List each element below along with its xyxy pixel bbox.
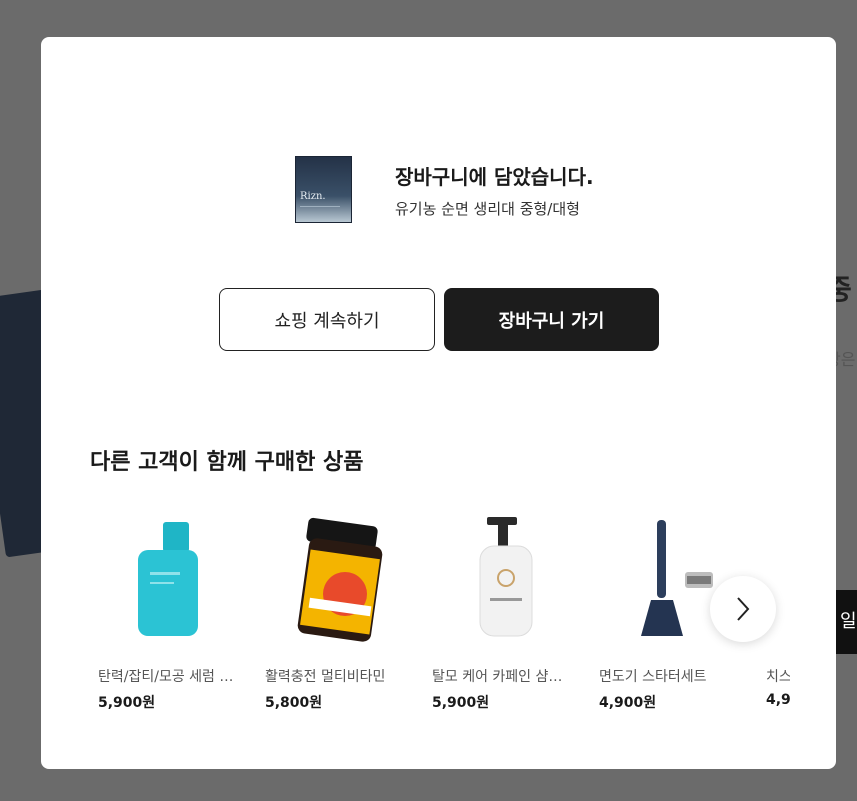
product-price: 4,9	[766, 692, 790, 708]
product-name: 탄력/잡티/모공 세럼 …	[98, 669, 234, 685]
product-thumbnail: Rizn.	[295, 156, 352, 223]
added-title: 장바구니에 담았습니다.	[395, 164, 594, 189]
thumbnail-line	[300, 206, 340, 207]
product-image-partial	[766, 502, 790, 652]
product-price: 5,800원	[265, 695, 323, 711]
product-name: 치스	[766, 669, 790, 685]
recommend-title: 다른 고객이 함께 구매한 상품	[90, 450, 364, 475]
product-price: 5,900원	[98, 695, 156, 711]
product-card[interactable]: 탄력/잡티/모공 세럼 … 5,900원	[98, 502, 248, 712]
product-price: 5,900원	[432, 695, 490, 711]
product-name: 활력충전 멀티비타민	[265, 669, 386, 685]
added-product-name: 유기농 순면 생리대 중형/대형	[395, 199, 580, 218]
product-card[interactable]: 탈모 케어 카페인 샴… 5,900원	[432, 502, 582, 712]
product-image-shampoo	[432, 502, 582, 652]
added-product-summary: Rizn. 장바구니에 담았습니다. 유기농 순면 생리대 중형/대형	[295, 156, 594, 223]
product-price: 4,900원	[599, 695, 657, 711]
thumbnail-brand: Rizn.	[300, 191, 326, 202]
product-image-serum	[98, 502, 248, 652]
chevron-right-icon	[737, 597, 750, 621]
product-image-vitamin	[265, 502, 415, 652]
cart-added-modal: Rizn. 장바구니에 담았습니다. 유기농 순면 생리대 중형/대형 쇼핑 계…	[41, 37, 836, 769]
product-card[interactable]: 활력충전 멀티비타민 5,800원	[265, 502, 415, 712]
go-to-cart-button[interactable]: 장바구니 가기	[444, 288, 659, 351]
product-name: 면도기 스타터세트	[599, 669, 707, 685]
carousel-next-button[interactable]	[710, 576, 776, 642]
added-text: 장바구니에 담았습니다. 유기농 순면 생리대 중형/대형	[395, 161, 594, 219]
product-name: 탈모 케어 카페인 샴…	[432, 669, 563, 685]
recommend-carousel: 탄력/잡티/모공 세럼 … 5,900원 활력충전 멀티비타민 5,800원 탈…	[98, 502, 790, 722]
continue-shopping-button[interactable]: 쇼핑 계속하기	[219, 288, 435, 351]
